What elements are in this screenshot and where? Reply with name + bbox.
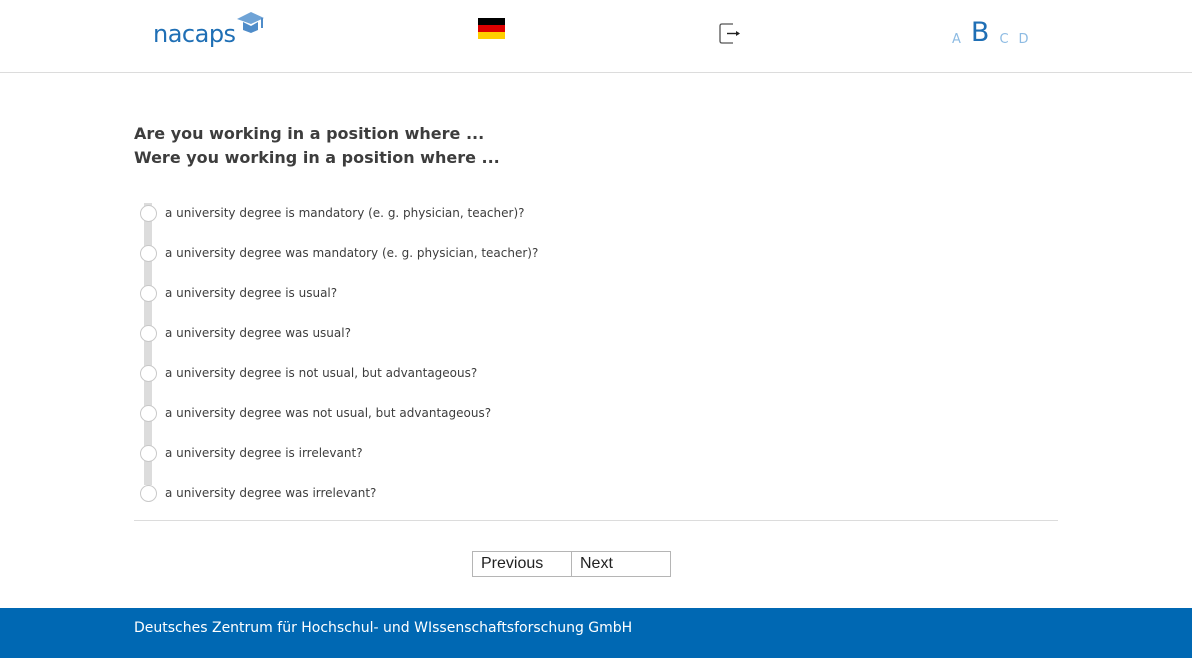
radio-button[interactable]	[140, 365, 157, 382]
option-mandatory-is[interactable]: a university degree is mandatory (e. g. …	[140, 193, 740, 233]
question-line-2: Were you working in a position where ...	[134, 148, 500, 167]
font-size-selector: A B C D	[952, 14, 1029, 46]
logo-text: nacaps	[153, 20, 236, 48]
option-irrelevant-is[interactable]: a university degree is irrelevant?	[140, 433, 740, 473]
radio-button[interactable]	[140, 445, 157, 462]
option-label: a university degree is usual?	[165, 286, 338, 300]
question-line-1: Are you working in a position where ...	[134, 124, 485, 143]
german-flag-icon[interactable]	[478, 18, 505, 39]
option-label: a university degree was mandatory (e. g.…	[165, 246, 539, 260]
radio-button[interactable]	[140, 245, 157, 262]
logout-icon	[719, 23, 740, 44]
footer: Deutsches Zentrum für Hochschul- und WIs…	[0, 608, 1192, 658]
navigation-buttons: Previous Next	[472, 551, 671, 577]
radio-button[interactable]	[140, 405, 157, 422]
font-size-b[interactable]: B	[971, 19, 990, 46]
option-label: a university degree was irrelevant?	[165, 486, 377, 500]
footer-text: Deutsches Zentrum für Hochschul- und WIs…	[134, 620, 633, 636]
option-usual-was[interactable]: a university degree was usual?	[140, 313, 740, 353]
radio-button[interactable]	[140, 485, 157, 502]
question-text: Are you working in a position where ... …	[134, 122, 834, 170]
header: nacaps A B C D	[0, 0, 1192, 73]
option-label: a university degree is irrelevant?	[165, 446, 363, 460]
font-size-c[interactable]: C	[999, 33, 1008, 46]
option-label: a university degree was not usual, but a…	[165, 406, 492, 420]
option-irrelevant-was[interactable]: a university degree was irrelevant?	[140, 473, 740, 513]
font-size-a[interactable]: A	[952, 33, 961, 46]
nacaps-logo[interactable]: nacaps	[153, 10, 273, 54]
radio-button[interactable]	[140, 285, 157, 302]
font-size-d[interactable]: D	[1019, 33, 1029, 46]
radio-button[interactable]	[140, 325, 157, 342]
option-label: a university degree was usual?	[165, 326, 351, 340]
previous-button[interactable]: Previous	[472, 551, 572, 577]
option-mandatory-was[interactable]: a university degree was mandatory (e. g.…	[140, 233, 740, 273]
answer-options: a university degree is mandatory (e. g. …	[140, 193, 740, 513]
logout-button[interactable]	[719, 23, 741, 44]
next-button[interactable]: Next	[572, 551, 671, 577]
option-label: a university degree is not usual, but ad…	[165, 366, 478, 380]
option-label: a university degree is mandatory (e. g. …	[165, 206, 525, 220]
option-advantageous-is[interactable]: a university degree is not usual, but ad…	[140, 353, 740, 393]
option-advantageous-was[interactable]: a university degree was not usual, but a…	[140, 393, 740, 433]
option-usual-is[interactable]: a university degree is usual?	[140, 273, 740, 313]
divider	[134, 520, 1058, 521]
radio-button[interactable]	[140, 205, 157, 222]
graduation-cap-icon	[237, 12, 264, 33]
